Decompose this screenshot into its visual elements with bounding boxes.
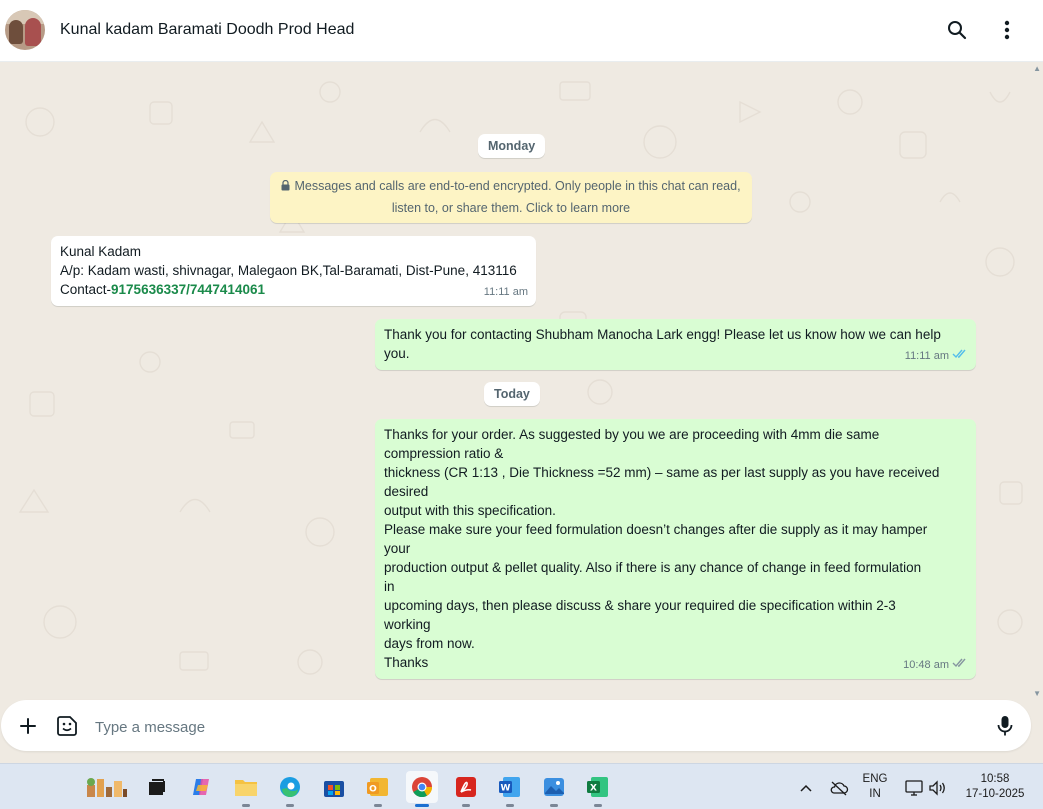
- chat-title[interactable]: Kunal kadam Baramati Doodh Prod Head: [60, 21, 354, 39]
- outlook-icon[interactable]: O: [362, 771, 394, 807]
- svg-text:O: O: [369, 785, 377, 795]
- phone-link-1[interactable]: 9175636337: [111, 282, 186, 297]
- message-line: production output & pellet quality. Also…: [384, 560, 922, 575]
- message-bubble-outgoing[interactable]: Thank you for contacting Shubham Manocha…: [375, 319, 976, 370]
- word-icon[interactable]: W: [494, 771, 526, 807]
- chrome-icon[interactable]: [406, 771, 438, 807]
- sticker-icon[interactable]: [54, 713, 80, 739]
- clock-time: 10:58: [980, 773, 1010, 785]
- message-line: in: [384, 579, 395, 594]
- message-line: you.: [384, 346, 410, 361]
- chevron-up-icon[interactable]: [795, 777, 817, 799]
- message-bubble-outgoing[interactable]: Thanks for your order. As suggested by y…: [375, 419, 976, 679]
- message-line: output with this specification.: [384, 503, 556, 518]
- task-view-icon[interactable]: [140, 771, 172, 803]
- encryption-notice[interactable]: Messages and calls are end-to-end encryp…: [270, 172, 752, 223]
- svg-text:X: X: [590, 784, 597, 794]
- message-line: your: [384, 541, 411, 556]
- message-line: upcoming days, then please discuss & sha…: [384, 598, 896, 613]
- message-time: 11:11 am: [904, 350, 949, 362]
- message-bubble-incoming[interactable]: Kunal Kadam A/p: Kadam wasti, shivnagar,…: [51, 236, 536, 306]
- scroll-up-arrow[interactable]: ▲: [1033, 64, 1041, 73]
- search-icon[interactable]: [944, 17, 970, 43]
- windows-taskbar: O W X ENG IN 10:58 17-10-2025: [0, 763, 1043, 809]
- clock[interactable]: 10:58 17-10-2025: [958, 772, 1032, 802]
- date-separator-monday: Monday: [478, 134, 546, 158]
- message-line: Kunal Kadam: [60, 244, 142, 259]
- message-composer: [0, 700, 1043, 763]
- kebab-menu-icon[interactable]: [994, 17, 1020, 43]
- widgets-icon[interactable]: [84, 771, 130, 803]
- encryption-notice-line2: listen to, or share them. Click to learn…: [391, 201, 631, 215]
- phone-link-2[interactable]: 7447414061: [190, 282, 265, 297]
- message-line: desired: [384, 484, 429, 499]
- composer-box: [1, 700, 1031, 751]
- message-line: days from now.: [384, 636, 475, 651]
- lock-icon: [281, 177, 290, 198]
- svg-text:W: W: [501, 784, 511, 794]
- network-icon[interactable]: [903, 777, 925, 799]
- encryption-notice-line1: Messages and calls are end-to-end encryp…: [294, 179, 741, 193]
- photos-icon[interactable]: [538, 771, 570, 807]
- message-time: 11:11 am: [483, 286, 528, 298]
- message-line: Please make sure your feed formulation d…: [384, 522, 928, 537]
- message-line: A/p: Kadam wasti, shivnagar, Malegaon BK…: [60, 263, 517, 278]
- read-double-tick-icon: [952, 347, 968, 366]
- excel-icon[interactable]: X: [582, 771, 614, 807]
- scroll-down-arrow[interactable]: ▼: [1033, 689, 1041, 698]
- file-explorer-icon[interactable]: [230, 771, 262, 807]
- message-input[interactable]: [93, 715, 967, 739]
- contact-avatar[interactable]: [5, 10, 45, 50]
- microsoft-store-icon[interactable]: [318, 771, 350, 803]
- mic-icon[interactable]: [992, 713, 1018, 739]
- copilot-icon[interactable]: [186, 771, 218, 803]
- message-list[interactable]: ▲ ▼ Monday Messages and calls are end-to…: [0, 62, 1043, 700]
- message-time: 10:48 am: [903, 659, 949, 671]
- language-indicator[interactable]: ENG IN: [858, 772, 892, 802]
- message-line: compression ratio &: [384, 446, 504, 461]
- contact-prefix: Contact-: [60, 282, 112, 297]
- clock-date: 17-10-2025: [965, 788, 1025, 800]
- plus-icon[interactable]: [15, 713, 41, 739]
- volume-icon[interactable]: [927, 777, 949, 799]
- delivered-double-tick-icon: [952, 656, 968, 675]
- date-separator-today: Today: [484, 382, 540, 406]
- onedrive-off-icon[interactable]: [828, 777, 850, 799]
- acrobat-icon[interactable]: [450, 771, 482, 807]
- message-line: Thanks for your order. As suggested by y…: [384, 427, 880, 442]
- message-line: Thanks: [384, 655, 429, 670]
- message-line: Thank you for contacting Shubham Manocha…: [384, 327, 941, 342]
- chat-header: Kunal kadam Baramati Doodh Prod Head: [0, 0, 1043, 62]
- message-line: working: [384, 617, 431, 632]
- edge-icon[interactable]: [274, 771, 306, 807]
- message-line: thickness (CR 1:13 , Die Thickness =52 m…: [384, 465, 940, 480]
